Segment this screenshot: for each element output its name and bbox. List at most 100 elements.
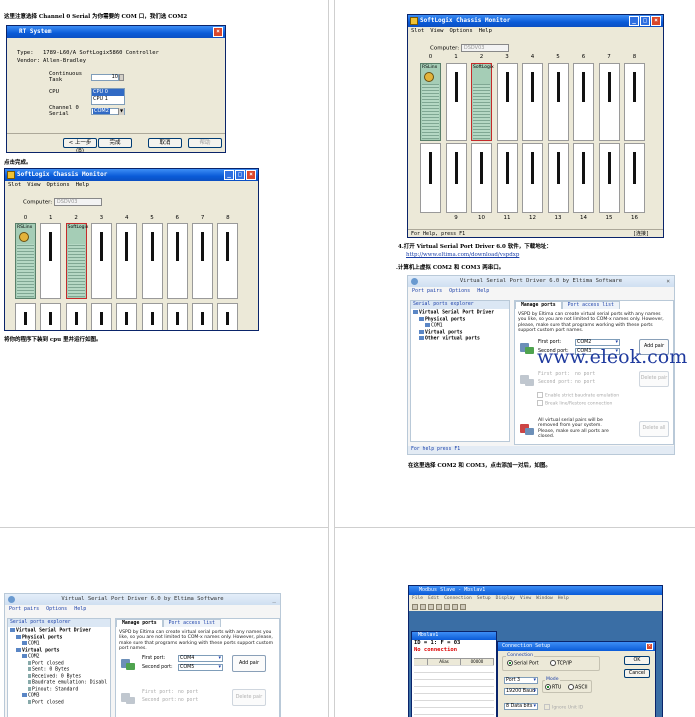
first-port-select[interactable]: COM4 [178, 655, 223, 662]
empty-slot[interactable] [598, 63, 620, 141]
menu-item-edit[interactable]: Edit [428, 596, 439, 601]
empty-slot[interactable] [471, 143, 492, 213]
empty-slot[interactable] [598, 143, 620, 213]
menu-item-file[interactable]: File [412, 596, 423, 601]
tab-manage-ports[interactable]: Manage ports [116, 619, 163, 627]
menu-item-help[interactable]: Help [74, 606, 86, 612]
menu-item-display[interactable]: Display [496, 596, 515, 601]
close-icon[interactable]: × [246, 170, 256, 180]
help-icon[interactable] [460, 603, 466, 610]
continuous-task-input[interactable]: 10 [91, 74, 119, 81]
ok-button[interactable]: OK [624, 656, 650, 665]
menu-item-view[interactable]: View [27, 182, 40, 188]
cancel-button[interactable]: 取消 [148, 138, 182, 148]
menu-item-help[interactable]: Help [76, 182, 89, 188]
tab-manage-ports[interactable]: Manage ports [515, 301, 562, 309]
download-link[interactable]: http://www.eltima.com/download/vspdxp [406, 252, 519, 258]
empty-slot[interactable] [141, 223, 163, 299]
menu-item-setup[interactable]: Setup [477, 596, 491, 601]
second-port-select[interactable]: COM5 [178, 664, 223, 671]
help-button[interactable]: 帮助 [188, 138, 222, 148]
tab-port-access-list[interactable]: Port access list [162, 619, 221, 627]
menu-item-view[interactable]: View [520, 596, 531, 601]
rtu-radio[interactable]: RTU [545, 684, 561, 691]
menu-item-options[interactable]: Options [47, 182, 70, 188]
empty-slot[interactable] [141, 303, 163, 330]
open-icon[interactable] [420, 603, 426, 610]
empty-slot[interactable] [420, 143, 441, 213]
baud-select[interactable]: 19200 Baud [504, 688, 538, 695]
rslinx-module[interactable]: RSLinx [15, 223, 36, 299]
tree-item[interactable]: Other virtual ports [413, 336, 507, 343]
empty-slot[interactable] [116, 303, 138, 330]
empty-slot[interactable] [547, 63, 569, 141]
empty-slot[interactable] [65, 303, 87, 330]
new-icon[interactable] [412, 603, 418, 610]
menu-item-connection[interactable]: Connection [444, 596, 472, 601]
empty-slot[interactable] [496, 63, 518, 141]
empty-slot[interactable] [90, 303, 112, 330]
menu-item-view[interactable]: View [430, 28, 443, 34]
port-select[interactable]: Port 3 [504, 677, 538, 684]
ascii-radio[interactable]: ASCII [568, 684, 588, 691]
cpu-option[interactable]: CPU 1 [92, 96, 124, 103]
lock-icon[interactable] [452, 603, 458, 610]
empty-slot[interactable] [166, 303, 188, 330]
break-line-checkbox[interactable]: Break line/Restore connection [537, 400, 612, 407]
tab-port-access-list[interactable]: Port access list [561, 301, 620, 309]
softlogix-module[interactable]: SoftLogix [471, 63, 494, 141]
save-icon[interactable] [428, 603, 434, 610]
empty-slot[interactable] [40, 223, 62, 299]
menu-item-help[interactable]: Help [558, 596, 569, 601]
empty-slot[interactable] [15, 303, 36, 330]
empty-slot[interactable] [166, 223, 188, 299]
empty-slot[interactable] [90, 223, 112, 299]
window-icon[interactable] [444, 603, 450, 610]
menu-item-options[interactable]: Options [450, 28, 473, 34]
menu-item-slot[interactable]: Slot [411, 28, 424, 34]
strict-baudrate-checkbox[interactable]: Enable strict baudrate emulation [537, 392, 619, 399]
cpu-listbox[interactable]: CPU 0 CPU 1 [91, 88, 125, 105]
spin-icon[interactable] [119, 74, 124, 81]
empty-slot[interactable] [445, 143, 467, 213]
tree-item[interactable]: Port closed [10, 699, 108, 707]
minimize-icon[interactable]: _ [224, 170, 234, 180]
minimize-icon[interactable]: _ [629, 16, 639, 26]
finish-button[interactable]: 完成 [98, 138, 132, 148]
close-icon[interactable]: × [213, 27, 223, 37]
first-port-select[interactable]: COM2 [575, 339, 620, 346]
menu-item-options[interactable]: Options [449, 288, 470, 294]
close-icon[interactable]: × [651, 16, 661, 26]
delete-all-button[interactable]: Delete all [639, 421, 669, 437]
close-icon[interactable]: × [666, 276, 670, 287]
menu-item-port-pairs[interactable]: Port pairs [9, 606, 39, 612]
empty-slot[interactable] [573, 63, 594, 141]
maximize-icon[interactable]: □ [640, 16, 650, 26]
empty-slot[interactable] [496, 143, 518, 213]
empty-slot[interactable] [522, 143, 543, 213]
chevron-down-icon[interactable]: ▼ [118, 108, 124, 115]
register-grid[interactable]: Alias 00000 [414, 658, 494, 717]
empty-slot[interactable] [40, 303, 62, 330]
empty-slot[interactable] [192, 303, 214, 330]
close-icon[interactable]: × [646, 643, 653, 650]
print-icon[interactable] [436, 603, 442, 610]
empty-slot[interactable] [624, 63, 645, 141]
cancel-button[interactable]: Cancel [624, 669, 650, 678]
menu-item-help[interactable]: Help [477, 288, 489, 294]
maximize-icon[interactable]: □ [235, 170, 245, 180]
ignore-unit-id-checkbox[interactable]: Ignore Unit ID [544, 704, 583, 711]
cpu-option[interactable]: CPU 0 [92, 89, 124, 96]
data-bits-select[interactable]: 8 Data bits [504, 703, 538, 710]
minimize-icon[interactable]: _ [272, 594, 276, 605]
menu-item-window[interactable]: Window [536, 596, 553, 601]
menu-item-help[interactable]: Help [479, 28, 492, 34]
empty-slot[interactable] [192, 223, 214, 299]
back-button[interactable]: < 上一步 (B) [63, 138, 97, 152]
channel-serial-select[interactable]: COM2 ▼ [91, 108, 125, 115]
empty-slot[interactable] [116, 223, 138, 299]
empty-slot[interactable] [217, 303, 239, 330]
delete-pair-button[interactable]: Delete pair [639, 371, 669, 387]
add-pair-button[interactable]: Add pair [232, 655, 266, 672]
menu-item-slot[interactable]: Slot [8, 182, 21, 188]
